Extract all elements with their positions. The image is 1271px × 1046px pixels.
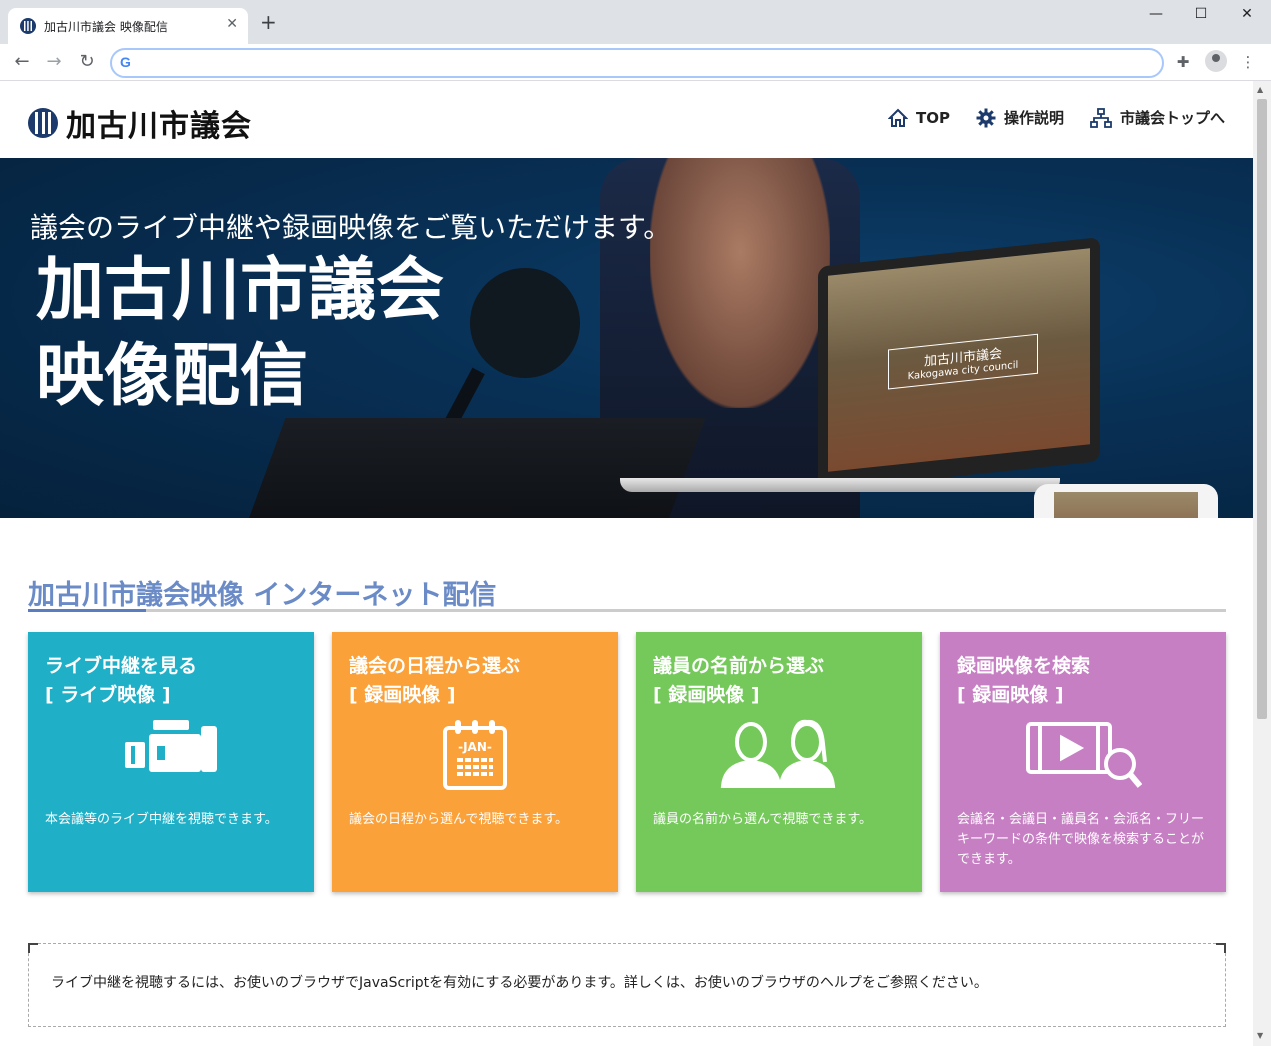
card-search-title: 録画映像を検索[ 録画映像 ] [957,655,1091,706]
sitemap-icon [1090,107,1112,128]
card-schedule-description: 議会の日程から選んで視聴できます。 [349,812,569,827]
browser-toolbar: ← → ↻ G ✚ ⋮ [0,44,1271,81]
members-icon [636,718,922,788]
javascript-notice-text: ライブ中継を視聴するには、お使いのブラウザでJavaScriptを有効にする必要… [51,975,988,991]
hero-title-line2: 映像配信 [36,337,309,416]
gear-icon [976,108,996,128]
browser-tab[interactable]: 加古川市議会 映像配信 ✕ [8,8,248,44]
profile-avatar-icon[interactable] [1205,50,1227,72]
nav-council-top-label: 市議会トップへ [1119,109,1225,127]
microphone-icon [470,268,580,378]
video-search-icon [940,720,1226,790]
tab-title: 加古川市議会 映像配信 [44,20,168,34]
scroll-down-arrow-icon[interactable]: ▼ [1257,1031,1263,1040]
header-nav: TOP 操作説明 市議会トップへ [887,107,1225,128]
menu-dots-icon[interactable]: ⋮ [1238,52,1258,72]
card-members[interactable]: 議員の名前から選ぶ[ 録画映像 ] 議員の名前から選んで視聴できます。 [636,632,922,892]
address-bar[interactable]: G [110,48,1164,78]
nav-top[interactable]: TOP [887,107,950,128]
card-search[interactable]: 録画映像を検索[ 録画映像 ] 会議名・会議日・議員名・会派名・フリーキーワード… [940,632,1226,892]
card-schedule[interactable]: 議会の日程から選ぶ[ 録画映像 ] -JAN- 議会の日程から選んで視聴できます… [332,632,618,892]
reload-icon[interactable]: ↻ [75,50,99,74]
menu-cards: ライブ中継を見る[ ライブ映像 ] 本会議等のライブ中継を視聴できます。 議会の… [28,632,1226,892]
calendar-label: -JAN- [458,740,492,754]
hero-title: 加古川市議会 映像配信 [36,248,444,420]
laptop-image: 加古川市議会 Kakogawa city council [818,237,1100,491]
forward-arrow-icon[interactable]: → [42,50,66,74]
card-live[interactable]: ライブ中継を見る[ ライブ映像 ] 本会議等のライブ中継を視聴できます。 [28,632,314,892]
hero-banner: 加古川市議会 Kakogawa city council 議会のライブ中継や録画… [0,158,1253,518]
javascript-notice: ライブ中継を視聴するには、お使いのブラウザでJavaScriptを有効にする必要… [28,943,1226,1027]
new-tab-button[interactable]: + [260,12,277,32]
section-divider [28,609,1226,612]
hero-tagline: 議会のライブ中継や録画映像をご覧いただけます。 [30,211,672,244]
calendar-icon: -JAN- [332,720,618,790]
scroll-up-arrow-icon[interactable]: ▲ [1257,85,1263,94]
laptop-caption: 加古川市議会 Kakogawa city council [888,333,1038,390]
hero-title-line1: 加古川市議会 [36,251,445,330]
laptop-base [620,478,1060,492]
laptop-screen: 加古川市議会 Kakogawa city council [828,248,1090,472]
speaker-hand [650,158,830,408]
tab-close-icon[interactable]: ✕ [226,16,238,32]
site-logo[interactable]: 加古川市議会 [28,101,252,145]
section-title: 加古川市議会映像 インターネット配信 [28,580,497,611]
site-header: 加古川市議会 TOP 操作説明 市議会トップへ [0,81,1253,158]
maximize-button[interactable]: ☐ [1178,6,1224,22]
nav-help[interactable]: 操作説明 [976,107,1064,128]
card-search-description: 会議名・会議日・議員名・会派名・フリーキーワードの条件で映像を検索することができ… [957,812,1205,867]
card-live-title: ライブ中継を見る[ ライブ映像 ] [45,655,198,706]
card-members-description: 議員の名前から選んで視聴できます。 [653,812,873,827]
home-icon [887,108,908,128]
nav-council-top[interactable]: 市議会トップへ [1090,107,1225,128]
back-arrow-icon[interactable]: ← [10,50,34,74]
phone-screen [1054,492,1198,518]
nav-top-label: TOP [915,108,950,127]
section-divider-accent [28,609,146,612]
card-schedule-title: 議会の日程から選ぶ[ 録画映像 ] [349,655,521,706]
google-icon: G [120,54,131,70]
council-logo-icon [28,108,58,138]
council-logo-icon [20,18,36,34]
extensions-icon[interactable]: ✚ [1173,52,1193,72]
card-live-description: 本会議等のライブ中継を視聴できます。 [45,812,278,827]
logo-text: 加古川市議会 [66,109,252,144]
page-scrollbar[interactable]: ▲ ▼ [1253,81,1271,1046]
browser-titlebar: 加古川市議会 映像配信 ✕ + — ☐ ✕ [0,0,1271,44]
card-members-title: 議員の名前から選ぶ[ 録画映像 ] [653,655,825,706]
page-viewport: 加古川市議会 TOP 操作説明 市議会トップへ 加古川市議会 Kakogawa … [0,81,1253,1046]
phone-image [1034,484,1218,518]
minimize-button[interactable]: — [1133,6,1179,22]
nav-help-label: 操作説明 [1003,109,1064,127]
scrollbar-thumb[interactable] [1257,99,1267,719]
podium [234,418,706,518]
close-window-button[interactable]: ✕ [1224,6,1270,22]
video-camera-icon [28,718,314,778]
